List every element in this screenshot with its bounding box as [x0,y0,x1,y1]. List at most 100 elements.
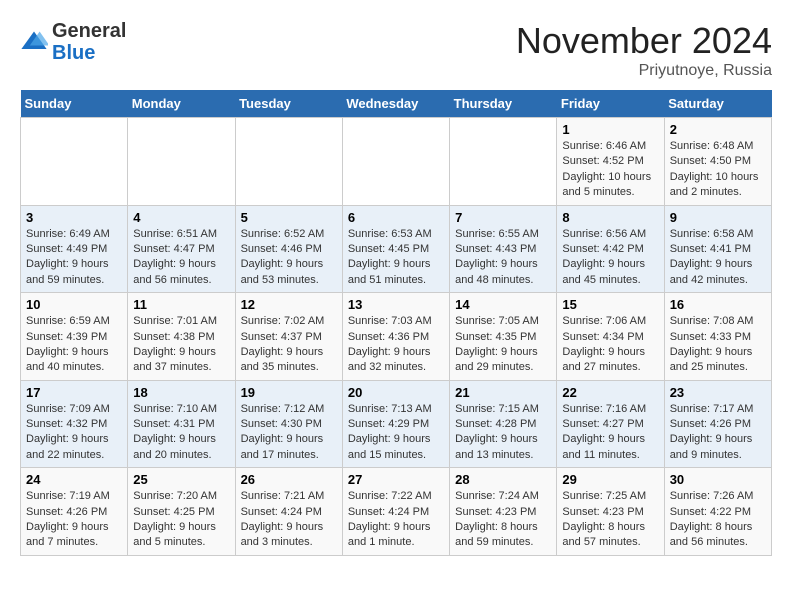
day-number: 16 [670,297,766,312]
day-info: Sunrise: 7:16 AMSunset: 4:27 PMDaylight:… [562,402,658,464]
calendar-cell: 21 Sunrise: 7:15 AMSunset: 4:28 PMDayligh… [450,380,557,468]
day-info: Sunrise: 7:01 AMSunset: 4:38 PMDaylight:… [133,314,229,376]
day-number: 11 [133,297,229,312]
day-number: 21 [455,385,551,400]
day-number: 15 [562,297,658,312]
day-number: 13 [348,297,444,312]
calendar-cell [342,118,449,206]
day-number: 30 [670,472,766,487]
day-number: 27 [348,472,444,487]
day-number: 3 [26,210,122,225]
day-info: Sunrise: 7:17 AMSunset: 4:26 PMDaylight:… [670,402,766,464]
calendar-cell: 4 Sunrise: 6:51 AMSunset: 4:47 PMDaylight… [128,205,235,293]
col-wednesday: Wednesday [342,90,449,118]
day-number: 19 [241,385,337,400]
day-info: Sunrise: 7:20 AMSunset: 4:25 PMDaylight:… [133,489,229,551]
day-number: 10 [26,297,122,312]
day-number: 18 [133,385,229,400]
day-number: 24 [26,472,122,487]
day-info: Sunrise: 7:22 AMSunset: 4:24 PMDaylight:… [348,489,444,551]
day-info: Sunrise: 7:03 AMSunset: 4:36 PMDaylight:… [348,314,444,376]
calendar-cell: 29Sunrise: 7:25 AMSunset: 4:23 PMDayligh… [557,468,664,556]
col-tuesday: Tuesday [235,90,342,118]
calendar-cell: 3 Sunrise: 6:49 AMSunset: 4:49 PMDaylight… [21,205,128,293]
day-info: Sunrise: 7:05 AMSunset: 4:35 PMDaylight:… [455,314,551,376]
calendar-cell: 27 Sunrise: 7:22 AMSunset: 4:24 PMDayligh… [342,468,449,556]
calendar-cell: 2 Sunrise: 6:48 AMSunset: 4:50 PMDaylight… [664,118,771,206]
day-number: 5 [241,210,337,225]
day-number: 14 [455,297,551,312]
day-number: 9 [670,210,766,225]
calendar-cell [235,118,342,206]
day-info: Sunrise: 6:48 AMSunset: 4:50 PMDaylight:… [670,139,766,201]
day-info: Sunrise: 7:08 AMSunset: 4:33 PMDaylight:… [670,314,766,376]
day-number: 20 [348,385,444,400]
logo: General Blue [20,20,126,64]
calendar-table: Sunday Monday Tuesday Wednesday Thursday… [20,90,772,556]
day-info: Sunrise: 6:58 AMSunset: 4:41 PMDaylight:… [670,227,766,289]
month-title: November 2024 [516,20,772,62]
day-info: Sunrise: 7:15 AMSunset: 4:28 PMDaylight:… [455,402,551,464]
calendar-cell [450,118,557,206]
calendar-body: 1 Sunrise: 6:46 AMSunset: 4:52 PMDaylight… [21,118,772,556]
day-number: 23 [670,385,766,400]
day-number: 22 [562,385,658,400]
day-info: Sunrise: 6:55 AMSunset: 4:43 PMDaylight:… [455,227,551,289]
col-friday: Friday [557,90,664,118]
calendar-week-1: 1 Sunrise: 6:46 AMSunset: 4:52 PMDaylight… [21,118,772,206]
day-info: Sunrise: 7:10 AMSunset: 4:31 PMDaylight:… [133,402,229,464]
calendar-cell: 15 Sunrise: 7:06 AMSunset: 4:34 PMDayligh… [557,293,664,381]
calendar-cell: 19Sunrise: 7:12 AMSunset: 4:30 PMDayligh… [235,380,342,468]
day-number: 26 [241,472,337,487]
day-info: Sunrise: 7:19 AMSunset: 4:26 PMDaylight:… [26,489,122,551]
day-number: 2 [670,122,766,137]
calendar-cell: 25Sunrise: 7:20 AMSunset: 4:25 PMDayligh… [128,468,235,556]
page-header: General Blue November 2024 Priyutnoye, R… [20,20,772,80]
header-row: Sunday Monday Tuesday Wednesday Thursday… [21,90,772,118]
day-info: Sunrise: 7:09 AMSunset: 4:32 PMDaylight:… [26,402,122,464]
calendar-week-4: 17 Sunrise: 7:09 AMSunset: 4:32 PMDayligh… [21,380,772,468]
day-number: 28 [455,472,551,487]
calendar-cell: 9 Sunrise: 6:58 AMSunset: 4:41 PMDaylight… [664,205,771,293]
day-info: Sunrise: 7:21 AMSunset: 4:24 PMDaylight:… [241,489,337,551]
calendar-cell: 18 Sunrise: 7:10 AMSunset: 4:31 PMDayligh… [128,380,235,468]
day-number: 4 [133,210,229,225]
col-monday: Monday [128,90,235,118]
calendar-cell: 26 Sunrise: 7:21 AMSunset: 4:24 PMDayligh… [235,468,342,556]
calendar-cell: 17 Sunrise: 7:09 AMSunset: 4:32 PMDayligh… [21,380,128,468]
day-info: Sunrise: 6:53 AMSunset: 4:45 PMDaylight:… [348,227,444,289]
day-info: Sunrise: 7:24 AMSunset: 4:23 PMDaylight:… [455,489,551,551]
col-saturday: Saturday [664,90,771,118]
calendar-cell [21,118,128,206]
day-number: 6 [348,210,444,225]
day-number: 17 [26,385,122,400]
calendar-cell: 30 Sunrise: 7:26 AMSunset: 4:22 PMDayligh… [664,468,771,556]
day-info: Sunrise: 7:06 AMSunset: 4:34 PMDaylight:… [562,314,658,376]
calendar-cell: 10 Sunrise: 6:59 AMSunset: 4:39 PMDayligh… [21,293,128,381]
logo-blue: Blue [52,42,95,64]
day-info: Sunrise: 7:13 AMSunset: 4:29 PMDaylight:… [348,402,444,464]
calendar-cell: 5Sunrise: 6:52 AMSunset: 4:46 PMDaylight… [235,205,342,293]
calendar-week-5: 24 Sunrise: 7:19 AMSunset: 4:26 PMDayligh… [21,468,772,556]
calendar-header: Sunday Monday Tuesday Wednesday Thursday… [21,90,772,118]
logo-icon [20,28,48,56]
calendar-cell: 23 Sunrise: 7:17 AMSunset: 4:26 PMDayligh… [664,380,771,468]
day-number: 1 [562,122,658,137]
calendar-cell: 6 Sunrise: 6:53 AMSunset: 4:45 PMDaylight… [342,205,449,293]
logo-general: General [52,20,126,42]
day-number: 12 [241,297,337,312]
calendar-cell: 16 Sunrise: 7:08 AMSunset: 4:33 PMDayligh… [664,293,771,381]
calendar-week-2: 3 Sunrise: 6:49 AMSunset: 4:49 PMDaylight… [21,205,772,293]
day-info: Sunrise: 6:46 AMSunset: 4:52 PMDaylight:… [562,139,658,201]
day-info: Sunrise: 6:51 AMSunset: 4:47 PMDaylight:… [133,227,229,289]
day-info: Sunrise: 7:26 AMSunset: 4:22 PMDaylight:… [670,489,766,551]
calendar-cell: 11 Sunrise: 7:01 AMSunset: 4:38 PMDayligh… [128,293,235,381]
day-info: Sunrise: 6:49 AMSunset: 4:49 PMDaylight:… [26,227,122,289]
calendar-cell: 24 Sunrise: 7:19 AMSunset: 4:26 PMDayligh… [21,468,128,556]
calendar-cell: 14 Sunrise: 7:05 AMSunset: 4:35 PMDayligh… [450,293,557,381]
calendar-cell: 20 Sunrise: 7:13 AMSunset: 4:29 PMDayligh… [342,380,449,468]
day-number: 7 [455,210,551,225]
calendar-cell [128,118,235,206]
day-info: Sunrise: 6:59 AMSunset: 4:39 PMDaylight:… [26,314,122,376]
calendar-cell: 22 Sunrise: 7:16 AMSunset: 4:27 PMDayligh… [557,380,664,468]
